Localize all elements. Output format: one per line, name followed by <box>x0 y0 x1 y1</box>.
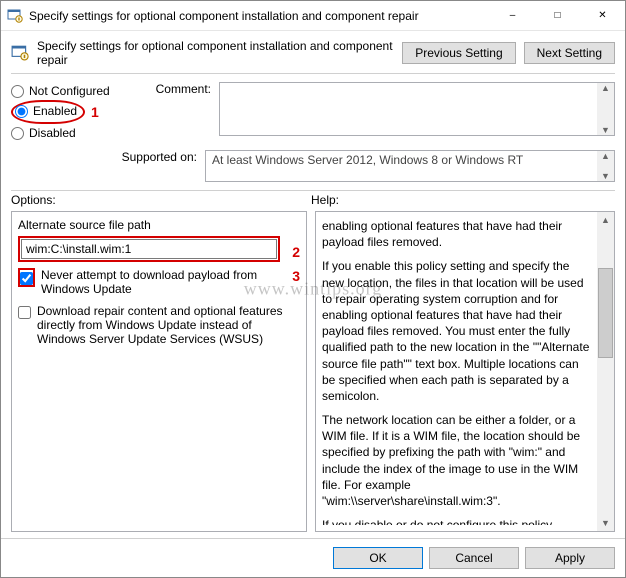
never-download-label: Never attempt to download payload from W… <box>41 268 286 296</box>
comment-label: Comment: <box>131 82 211 142</box>
annotation-2: 2 <box>292 244 300 260</box>
scroll-up-icon[interactable]: ▲ <box>601 214 610 226</box>
help-p4: If you disable or do not configure this … <box>322 517 590 525</box>
alt-path-label: Alternate source file path <box>18 218 300 232</box>
radio-enabled-label: Enabled <box>33 104 77 118</box>
radio-not-configured[interactable]: Not Configured <box>11 84 121 98</box>
annotation-3: 3 <box>292 268 300 284</box>
wsus-row[interactable]: Download repair content and optional fea… <box>18 304 300 346</box>
scroll-down-icon[interactable]: ▼ <box>601 125 610 135</box>
never-download-checkbox[interactable] <box>20 272 33 285</box>
dialog-window: Specify settings for optional component … <box>0 0 626 578</box>
supported-value: At least Windows Server 2012, Windows 8 … <box>212 153 523 167</box>
ok-button[interactable]: OK <box>333 547 423 569</box>
scroll-down-icon[interactable]: ▼ <box>601 517 610 529</box>
section-labels: Options: Help: <box>1 191 625 211</box>
close-button[interactable]: ✕ <box>580 1 625 31</box>
cancel-button[interactable]: Cancel <box>429 547 519 569</box>
footer: OK Cancel Apply <box>1 538 625 577</box>
state-area: Not Configured Enabled 1 Disabled Commen… <box>1 74 625 146</box>
minimize-button[interactable]: – <box>490 1 535 31</box>
radio-enabled[interactable]: Enabled <box>15 104 77 118</box>
options-pane: Alternate source file path 2 Never attem… <box>11 211 307 532</box>
help-label: Help: <box>311 193 615 207</box>
apply-button[interactable]: Apply <box>525 547 615 569</box>
next-setting-button[interactable]: Next Setting <box>524 42 615 64</box>
help-scrollbar[interactable]: ▲ ▼ <box>597 212 614 531</box>
titlebar: Specify settings for optional component … <box>1 1 625 31</box>
maximize-button[interactable]: □ <box>535 1 580 31</box>
state-radios: Not Configured Enabled 1 Disabled <box>11 82 121 142</box>
header: Specify settings for optional component … <box>1 31 625 73</box>
radio-not-configured-input[interactable] <box>11 85 24 98</box>
policy-icon <box>11 44 29 62</box>
scroll-up-icon[interactable]: ▲ <box>601 151 610 161</box>
annotation-1: 1 <box>91 104 99 120</box>
supported-row: Supported on: At least Windows Server 20… <box>1 146 625 190</box>
supported-label: Supported on: <box>11 150 197 164</box>
comment-area: Comment: ▲ ▼ <box>131 82 615 142</box>
help-p3: The network location can be either a fol… <box>322 412 590 509</box>
help-p2: If you enable this policy setting and sp… <box>322 258 590 404</box>
wsus-checkbox[interactable] <box>18 306 31 319</box>
window-title: Specify settings for optional component … <box>29 9 490 23</box>
wsus-label: Download repair content and optional fea… <box>37 304 300 346</box>
help-text: enabling optional features that have had… <box>322 218 608 525</box>
help-p1: enabling optional features that have had… <box>322 218 590 250</box>
radio-not-configured-label: Not Configured <box>29 84 110 98</box>
never-download-row[interactable]: Never attempt to download payload from W… <box>18 268 300 296</box>
scroll-up-icon[interactable]: ▲ <box>601 83 610 93</box>
comment-scrollbar[interactable]: ▲ ▼ <box>597 83 614 135</box>
scroll-down-icon[interactable]: ▼ <box>601 171 610 181</box>
panes: Alternate source file path 2 Never attem… <box>1 211 625 538</box>
alt-path-input[interactable] <box>21 239 277 259</box>
radio-disabled-input[interactable] <box>11 127 24 140</box>
radio-enabled-input[interactable] <box>15 105 28 118</box>
supported-scrollbar[interactable]: ▲ ▼ <box>597 151 614 181</box>
previous-setting-button[interactable]: Previous Setting <box>402 42 515 64</box>
app-icon <box>7 8 23 24</box>
radio-disabled-label: Disabled <box>29 126 76 140</box>
radio-disabled[interactable]: Disabled <box>11 126 121 140</box>
comment-input[interactable]: ▲ ▼ <box>219 82 615 136</box>
options-label: Options: <box>11 193 311 207</box>
help-pane: enabling optional features that have had… <box>315 211 615 532</box>
scroll-thumb[interactable] <box>598 268 613 358</box>
supported-value-box: At least Windows Server 2012, Windows 8 … <box>205 150 615 182</box>
header-title: Specify settings for optional component … <box>37 39 394 67</box>
